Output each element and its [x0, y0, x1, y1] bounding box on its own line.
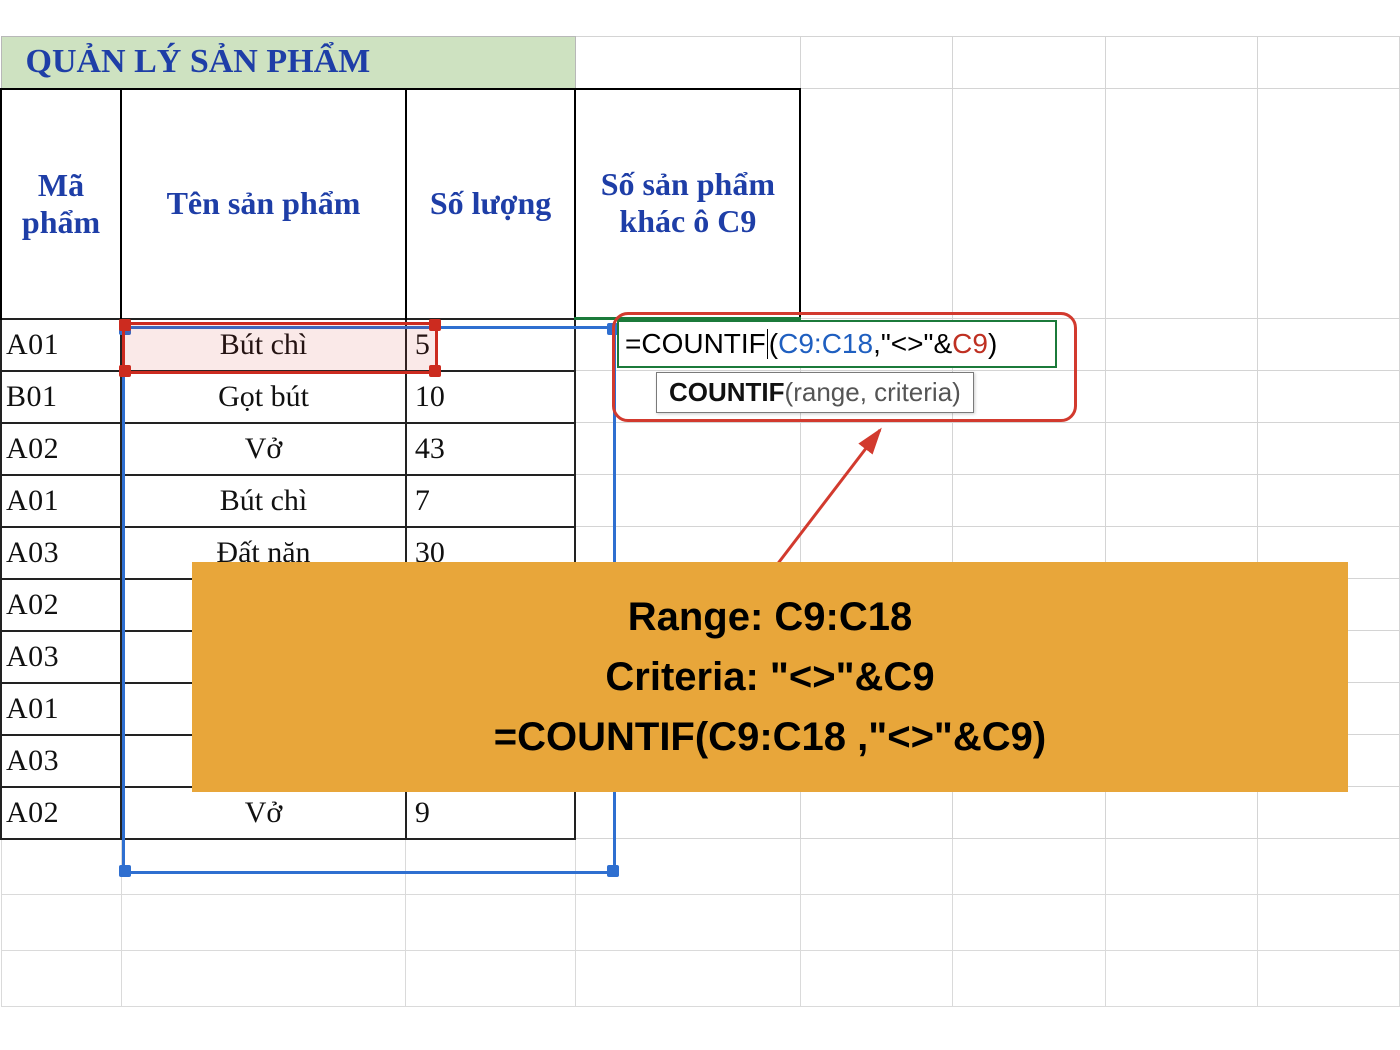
panel-line3: =COUNTIF(C9:C18 ,"<>"&C9): [494, 707, 1046, 767]
table-row: A02 Vở 43: [1, 423, 1400, 475]
cell-ma[interactable]: A02: [1, 579, 121, 631]
text-caret-icon: [767, 329, 768, 359]
cell-qty[interactable]: 10: [406, 371, 575, 423]
function-tooltip: COUNTIF(range, criteria): [656, 372, 974, 413]
spreadsheet-grid[interactable]: QUẢN LÝ SẢN PHẨM Mã phẩm Tên sản phẩm Số…: [0, 36, 1400, 1007]
panel-line2: Criteria: "<>"&C9: [605, 647, 934, 707]
table-row: A01 Bút chì 7: [1, 475, 1400, 527]
cell-ma[interactable]: A03: [1, 631, 121, 683]
cell-qty[interactable]: 43: [406, 423, 575, 475]
header-ten: Tên sản phẩm: [121, 89, 406, 319]
cell-ma[interactable]: A01: [1, 475, 121, 527]
tooltip-fn: COUNTIF: [669, 377, 785, 407]
formula-equals: =: [625, 328, 641, 360]
cell-qty[interactable]: 9: [406, 787, 575, 839]
cell-ten[interactable]: Gọt bút: [121, 371, 406, 423]
cell-ten[interactable]: Vở: [121, 423, 406, 475]
formula-ref2: C9: [952, 328, 988, 360]
header-ma: Mã phẩm: [1, 89, 121, 319]
cell-ma[interactable]: A02: [1, 787, 121, 839]
cell-ten[interactable]: Bút chì: [121, 319, 406, 371]
cell-ma[interactable]: A02: [1, 423, 121, 475]
annotation-panel: Range: C9:C18 Criteria: "<>"&C9 =COUNTIF…: [192, 562, 1348, 792]
cell-ma[interactable]: B01: [1, 371, 121, 423]
cell-ma[interactable]: A03: [1, 527, 121, 579]
header-khac: Số sản phẩm khác ô C9: [575, 89, 800, 319]
table-row: A02 Vở 9: [1, 787, 1400, 839]
cell-ma[interactable]: A01: [1, 319, 121, 371]
tooltip-args: (range, criteria): [785, 377, 961, 407]
panel-line1: Range: C9:C18: [628, 587, 913, 647]
formula-cell[interactable]: =COUNTIF(C9:C18,"<>"&C9): [617, 320, 1057, 368]
cell-qty[interactable]: 5: [406, 319, 575, 371]
formula-ref1: C9:C18: [778, 328, 873, 360]
cell-ma[interactable]: A01: [1, 683, 121, 735]
cell-qty[interactable]: 7: [406, 475, 575, 527]
cell-ten[interactable]: Vở: [121, 787, 406, 839]
formula-open: (: [769, 328, 778, 360]
table-title: QUẢN LÝ SẢN PHẨM: [1, 37, 575, 89]
header-soluong: Số lượng: [406, 89, 575, 319]
formula-fn: COUNTIF: [641, 328, 765, 360]
cell-ten[interactable]: Bút chì: [121, 475, 406, 527]
cell-ma[interactable]: A03: [1, 735, 121, 787]
